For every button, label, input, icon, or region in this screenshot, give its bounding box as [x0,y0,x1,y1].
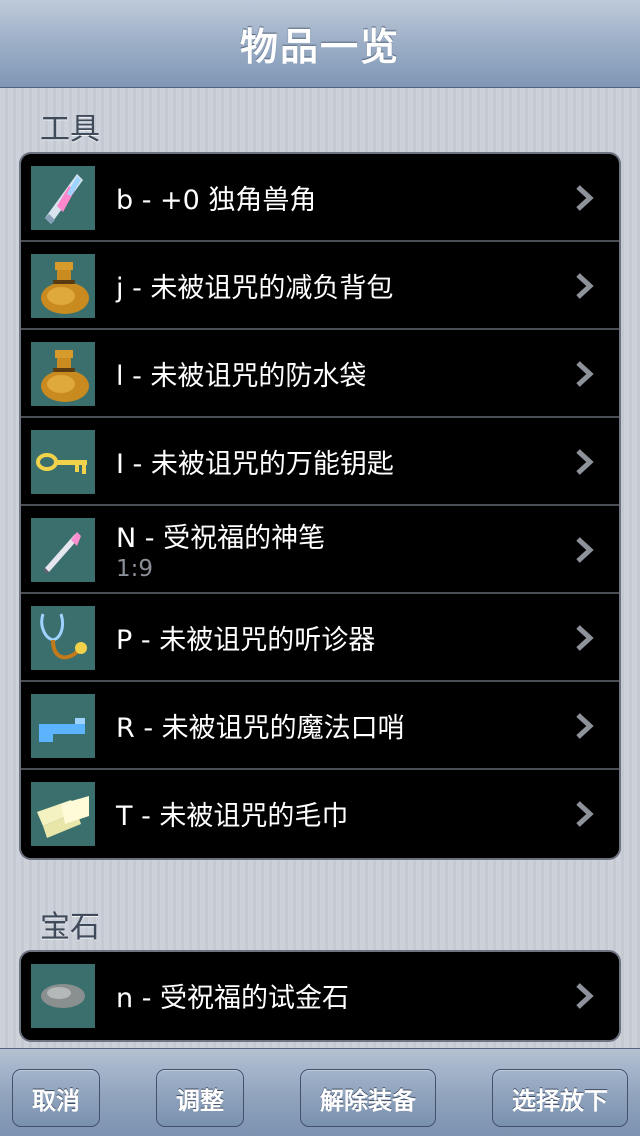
item-label: I - 未被诅咒的万能钥匙 [116,449,394,480]
item-label: P - 未被诅咒的听诊器 [116,625,376,656]
list-item[interactable]: n - 受祝福的试金石 [21,952,619,1040]
adjust-button[interactable]: 调整 [156,1069,244,1127]
item-label: j - 未被诅咒的减负背包 [116,273,394,304]
list-item[interactable]: N - 受祝福的神笔 1:9 [21,506,619,594]
item-label: N - 受祝福的神笔 [116,523,326,554]
item-label: l - 未被诅咒的防水袋 [116,361,367,392]
gray-stone-icon [31,964,95,1028]
chevron-right-icon [576,361,594,387]
chevron-right-icon [576,273,594,299]
stethoscope-icon [31,606,95,670]
chevron-right-icon [576,625,594,651]
list-item[interactable]: l - 未被诅咒的防水袋 [21,330,619,418]
list-item[interactable]: I - 未被诅咒的万能钥匙 [21,418,619,506]
bottom-toolbar: 取消 调整 解除装备 选择放下 [0,1048,640,1136]
chevron-right-icon [576,185,594,211]
chevron-right-icon [576,801,594,827]
item-label: T - 未被诅咒的毛巾 [116,801,349,832]
marker-icon [31,518,95,582]
whistle-icon [31,694,95,758]
item-charges: 1:9 [116,556,154,582]
key-icon [31,430,95,494]
item-label: n - 受祝福的试金石 [116,983,350,1014]
bag-icon [31,254,95,318]
chevron-right-icon [576,713,594,739]
unicorn-horn-icon [31,166,95,230]
item-list[interactable]: 工具 b - +0 独角兽角 j - 未被诅咒的减负背包 l - 未被诅咒的防水… [0,88,640,1048]
select-drop-button[interactable]: 选择放下 [492,1069,628,1127]
page-title: 物品一览 [239,25,400,69]
list-item[interactable]: P - 未被诅咒的听诊器 [21,594,619,682]
list-item[interactable]: R - 未被诅咒的魔法口哨 [21,682,619,770]
bag-icon [31,342,95,406]
list-item[interactable]: b - +0 独角兽角 [21,154,619,242]
list-item[interactable]: T - 未被诅咒的毛巾 [21,770,619,858]
section-header-tools: 工具 [40,112,100,147]
chevron-right-icon [576,449,594,475]
item-label: R - 未被诅咒的魔法口哨 [116,713,405,744]
towel-icon [31,782,95,846]
item-label: b - +0 独角兽角 [116,185,317,216]
chevron-right-icon [576,983,594,1009]
navigation-bar: 物品一览 [0,0,640,88]
section-header-gems: 宝石 [40,910,100,945]
unequip-button[interactable]: 解除装备 [300,1069,436,1127]
chevron-right-icon [576,537,594,563]
gems-group: n - 受祝福的试金石 [19,950,621,1042]
tools-group: b - +0 独角兽角 j - 未被诅咒的减负背包 l - 未被诅咒的防水袋 I… [19,152,621,860]
list-item[interactable]: j - 未被诅咒的减负背包 [21,242,619,330]
cancel-button[interactable]: 取消 [12,1069,100,1127]
